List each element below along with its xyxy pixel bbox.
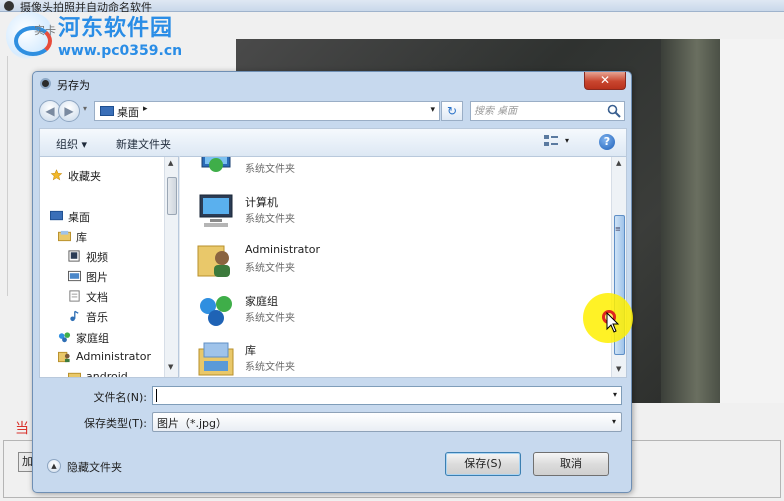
- file-name: 家庭组: [245, 295, 278, 308]
- watermark-url: www.pc0359.cn: [58, 43, 183, 59]
- music-icon: [70, 310, 79, 322]
- filename-input[interactable]: [157, 388, 597, 403]
- search-input[interactable]: [474, 103, 604, 119]
- search-box[interactable]: [470, 101, 625, 121]
- dialog-camera-icon: [40, 78, 51, 89]
- address-location[interactable]: 桌面: [117, 104, 139, 120]
- document-icon: [69, 290, 80, 302]
- refresh-button[interactable]: ↻: [441, 101, 463, 121]
- filetype-value[interactable]: 图片（*.jpg）: [157, 415, 227, 431]
- filename-label: 文件名(N):: [93, 391, 147, 404]
- organize-menu[interactable]: 组织 ▾: [56, 136, 87, 152]
- cancel-button[interactable]: 取消: [533, 452, 609, 476]
- nav-item-label: 文档: [86, 291, 108, 304]
- filetype-select[interactable]: 图片（*.jpg） ▾: [152, 412, 622, 432]
- scroll-up-icon[interactable]: ▲: [168, 159, 173, 167]
- filename-field[interactable]: ▾: [152, 386, 622, 405]
- dialog-toolbar: 组织 ▾ 新建文件夹 ▾ ?: [39, 128, 627, 156]
- app-left-edge: [0, 56, 8, 296]
- file-type: 系统文件夹: [245, 214, 295, 225]
- close-button[interactable]: ✕: [584, 72, 626, 90]
- homegroup-icon: [200, 296, 232, 326]
- nav-item-label: 图片: [86, 271, 108, 284]
- video-icon: [68, 250, 80, 262]
- file-item-homegroup[interactable]: 家庭组 系统文件夹: [190, 288, 570, 332]
- hide-folders-label[interactable]: 隐藏文件夹: [67, 459, 122, 475]
- nav-item-label: android: [86, 370, 128, 378]
- file-type: 系统文件夹: [245, 313, 295, 324]
- recent-locations-dropdown[interactable]: ▾: [83, 104, 87, 113]
- nav-pane-scrollbar[interactable]: ▲ ▼: [164, 157, 178, 377]
- homegroup-icon: [58, 332, 71, 343]
- network-icon: [201, 157, 231, 172]
- file-list-scrollbar[interactable]: ▲ ≡ ▼: [611, 157, 626, 377]
- file-type: 系统文件夹: [245, 263, 295, 274]
- address-dropdown-icon[interactable]: ▾: [430, 105, 435, 115]
- forward-button[interactable]: ▶: [58, 100, 80, 122]
- collapse-icon[interactable]: ▲: [47, 459, 61, 473]
- file-name: 计算机: [245, 196, 278, 209]
- star-icon: [50, 169, 63, 181]
- mouse-cursor-icon: [606, 312, 620, 333]
- file-item-administrator[interactable]: Administrator 系统文件夹: [190, 238, 570, 282]
- view-options-icon[interactable]: [543, 134, 559, 148]
- watermark: 实卡 河东软件园 www.pc0359.cn: [0, 10, 210, 66]
- address-bar[interactable]: 桌面 ▸ ▾: [94, 101, 440, 121]
- app-right-panel: [720, 39, 784, 403]
- save-form: 文件名(N): ▾ 保存类型(T): 图片（*.jpg） ▾: [39, 378, 627, 438]
- folder-icon: [68, 372, 81, 377]
- file-item-network[interactable]: 系统文件夹: [190, 157, 570, 183]
- desktop-icon: [50, 210, 63, 221]
- scroll-down-icon[interactable]: ▼: [616, 365, 621, 373]
- file-name: 库: [245, 344, 256, 357]
- file-type: 系统文件夹: [245, 362, 295, 373]
- filetype-dropdown-icon[interactable]: ▾: [612, 417, 616, 426]
- nav-item-label: 视频: [86, 251, 108, 264]
- nav-item-label: Administrator: [76, 350, 151, 363]
- library-icon: [198, 342, 234, 376]
- view-dropdown-icon[interactable]: ▾: [565, 136, 569, 145]
- new-folder-button[interactable]: 新建文件夹: [116, 136, 171, 152]
- desktop-icon: [100, 106, 114, 116]
- search-icon[interactable]: [607, 104, 621, 118]
- filename-dropdown-icon[interactable]: ▾: [613, 390, 617, 399]
- computer-icon: [199, 194, 233, 227]
- save-as-dialog: 另存为 ✕ ◀ ▶ ▾ 桌面 ▸ ▾ ↻ 组织 ▾ 新建文件夹 ▾ ?: [32, 71, 632, 493]
- camera-preview-highlight: [661, 39, 721, 403]
- scroll-up-icon[interactable]: ▲: [616, 159, 621, 167]
- scroll-down-icon[interactable]: ▼: [168, 363, 173, 371]
- nav-scroll-thumb[interactable]: [167, 177, 177, 215]
- nav-item-label: 音乐: [86, 311, 108, 324]
- nav-item-label: 家庭组: [76, 332, 109, 345]
- save-button[interactable]: 保存(S): [445, 452, 521, 476]
- file-type: 系统文件夹: [245, 164, 295, 175]
- dialog-title: 另存为: [57, 79, 90, 92]
- file-item-computer[interactable]: 计算机 系统文件夹: [190, 189, 570, 233]
- help-icon[interactable]: ?: [599, 134, 615, 150]
- picture-icon: [68, 270, 81, 282]
- scroll-grip-icon: ≡: [615, 225, 621, 233]
- nav-item-label: 桌面: [68, 211, 90, 224]
- app-status-text: 当: [15, 421, 29, 437]
- address-chevron-icon[interactable]: ▸: [143, 104, 148, 114]
- address-row: ◀ ▶ ▾ 桌面 ▸ ▾ ↻: [39, 100, 627, 124]
- file-item-library[interactable]: 库 系统文件夹: [190, 337, 570, 377]
- file-name: Administrator: [245, 243, 320, 256]
- filetype-label: 保存类型(T):: [83, 417, 147, 430]
- dialog-footer: ▲ 隐藏文件夹 保存(S) 取消: [39, 444, 627, 488]
- user-folder-icon: [197, 245, 230, 277]
- file-list: 系统文件夹 计算机 系统文件夹 Administrator 系统文件夹 家庭组 …: [179, 156, 627, 378]
- dialog-titlebar: 另存为 ✕: [33, 72, 631, 94]
- nav-item-label: 库: [76, 231, 87, 244]
- watermark-sub: 实卡: [34, 24, 56, 37]
- watermark-name: 河东软件园: [58, 16, 174, 41]
- library-icon: [58, 230, 71, 242]
- user-icon: [58, 351, 70, 363]
- navigation-pane: 收藏夹 桌面 库 视频 图片 文档 音乐 家庭组 Administrator a…: [39, 156, 179, 378]
- nav-item-label: 收藏夹: [68, 170, 101, 183]
